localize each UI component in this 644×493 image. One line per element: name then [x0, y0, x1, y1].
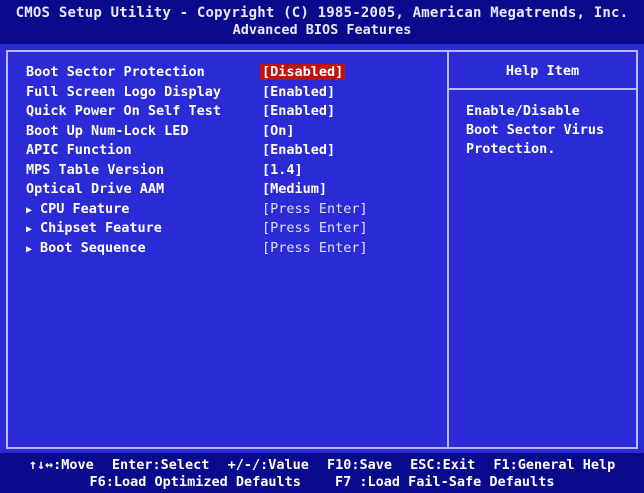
key-select: Enter:Select	[111, 457, 210, 473]
key-value: +/-/:Value	[227, 457, 309, 473]
help-separator	[449, 88, 636, 90]
help-panel-text: Enable/Disable Boot Sector Virus Protect…	[466, 102, 631, 159]
triangle-right-icon: ▶	[26, 224, 33, 235]
submenu-value[interactable]: [Press Enter]	[262, 220, 368, 236]
bios-screen: CMOS Setup Utility - Copyright (C) 1985-…	[0, 0, 644, 493]
setting-label: MPS Table Version	[26, 161, 165, 178]
submenu-label: ▶ Boot Sequence	[26, 239, 146, 256]
setting-boot-sector-protection[interactable]: Boot Sector Protection [Disabled]	[26, 64, 446, 84]
help-panel-title: Help Item	[505, 63, 580, 79]
setting-label: Optical Drive AAM	[26, 181, 165, 197]
panel-divider	[447, 50, 449, 449]
setting-value[interactable]: [Medium]	[262, 181, 327, 197]
help-line: Protection.	[466, 141, 556, 157]
setting-full-screen-logo[interactable]: Full Screen Logo Display [Enabled]	[26, 84, 446, 104]
key-move: ↑↓↔:Move	[28, 457, 94, 473]
setting-label: Quick Power On Self Test	[26, 103, 222, 119]
setting-value[interactable]: [Enabled]	[262, 84, 335, 100]
triangle-right-icon: ▶	[26, 204, 33, 216]
setting-label: Full Screen Logo Display	[26, 83, 222, 100]
triangle-right-icon: ▶	[26, 243, 33, 255]
settings-menu: Boot Sector Protection [Disabled] Full S…	[26, 64, 446, 259]
help-line: Enable/Disable	[466, 103, 580, 119]
setting-value[interactable]: [Enabled]	[262, 103, 335, 119]
setting-value[interactable]: [On]	[262, 123, 295, 139]
submenu-label: ▶ Chipset Feature	[26, 220, 162, 236]
setting-label: APIC Function	[26, 142, 132, 158]
submenu-label: ▶ CPU Feature	[26, 200, 130, 217]
setting-label: Boot Sector Protection	[26, 64, 205, 80]
setting-label: Boot Up Num-Lock LED	[26, 122, 189, 139]
key-legend-footer: ↑↓↔:Move Enter:Select +/-/:Value F10:Sav…	[0, 453, 644, 493]
submenu-boot-sequence[interactable]: ▶ Boot Sequence [Press Enter]	[26, 240, 446, 260]
key-legend-line-2: F6:Load Optimized Defaults F7 :Load Fail…	[0, 474, 644, 491]
setting-value[interactable]: [Enabled]	[262, 142, 335, 158]
submenu-value[interactable]: [Press Enter]	[262, 240, 368, 256]
setting-value[interactable]: [Disabled]	[260, 64, 346, 80]
help-line: Boot Sector Virus	[466, 122, 605, 138]
key-general-help: F1:General Help	[493, 457, 616, 473]
page-title: Advanced BIOS Features	[232, 22, 412, 38]
key-save: F10:Save	[327, 457, 393, 473]
header-bar: CMOS Setup Utility - Copyright (C) 1985-…	[0, 0, 644, 44]
key-load-failsafe: F7 :Load Fail-Safe Defaults	[335, 474, 555, 490]
setting-apic-function[interactable]: APIC Function [Enabled]	[26, 142, 446, 162]
key-legend-line-1: ↑↓↔:Move Enter:Select +/-/:Value F10:Sav…	[0, 457, 644, 474]
submenu-value[interactable]: [Press Enter]	[262, 201, 368, 217]
setting-numlock-led[interactable]: Boot Up Num-Lock LED [On]	[26, 123, 446, 143]
setting-quick-post[interactable]: Quick Power On Self Test [Enabled]	[26, 103, 446, 123]
setting-mps-table-version[interactable]: MPS Table Version [1.4]	[26, 162, 446, 182]
setting-optical-drive-aam[interactable]: Optical Drive AAM [Medium]	[26, 181, 446, 201]
key-exit: ESC:Exit	[410, 457, 476, 473]
key-load-optimized: F6:Load Optimized Defaults	[89, 474, 301, 490]
utility-title: CMOS Setup Utility - Copyright (C) 1985-…	[15, 5, 629, 21]
submenu-cpu-feature[interactable]: ▶ CPU Feature [Press Enter]	[26, 201, 446, 221]
submenu-chipset-feature[interactable]: ▶ Chipset Feature [Press Enter]	[26, 220, 446, 240]
setting-value[interactable]: [1.4]	[262, 162, 303, 178]
